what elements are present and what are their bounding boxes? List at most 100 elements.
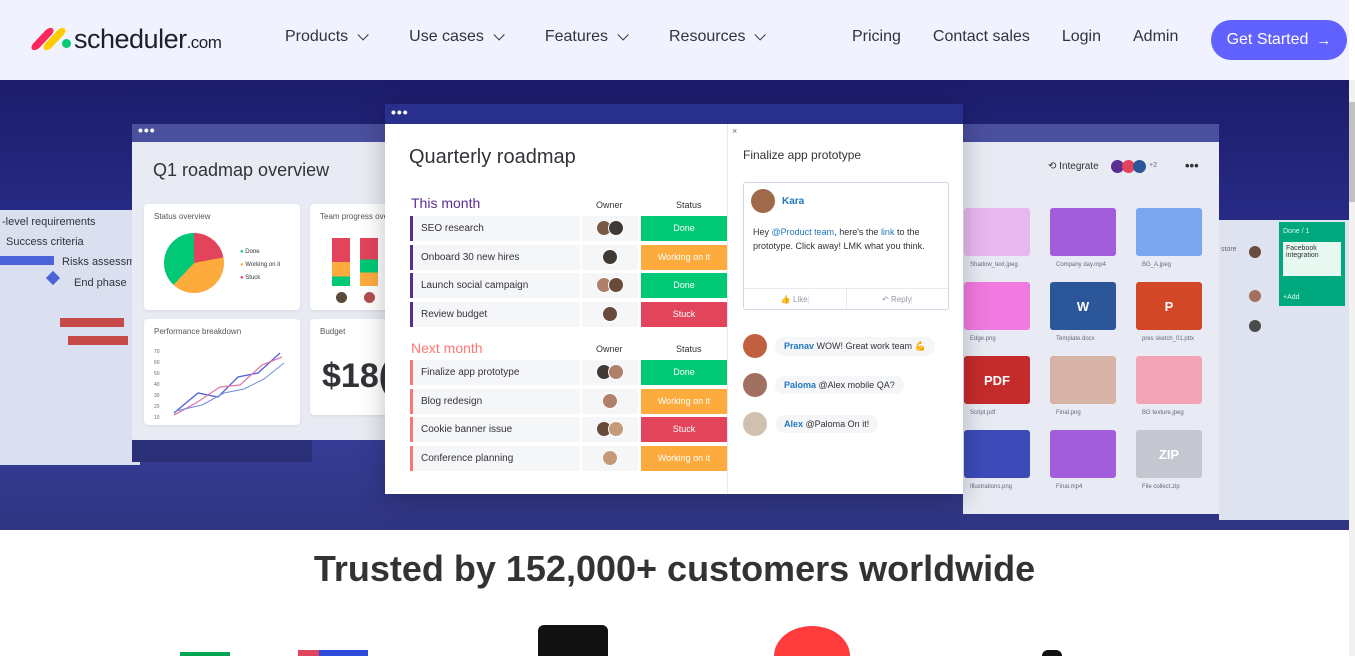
table-row[interactable]: Launch social campaign Done (410, 273, 727, 299)
comment-text: Hey @Product team, here's the link to th… (753, 227, 925, 251)
window-dots-icon: ••• (391, 104, 409, 120)
owner-cell[interactable] (582, 417, 638, 443)
status-badge[interactable]: Stuck (641, 302, 727, 328)
nav-right: Pricing Contact sales Login Admin (852, 28, 1210, 46)
hero-section: -level requirements Success criteria Ris… (0, 80, 1349, 530)
nav-contact-sales[interactable]: Contact sales (933, 28, 1030, 46)
file-tile[interactable] (964, 282, 1030, 330)
nav-use-cases[interactable]: Use cases (409, 28, 505, 46)
ea-logo (774, 626, 850, 656)
owner-cell[interactable] (582, 273, 638, 299)
owner-cell[interactable] (582, 216, 638, 241)
group-next-month[interactable]: Next month (411, 340, 483, 356)
table-row[interactable]: SEO research Done (410, 216, 727, 241)
table-row[interactable]: Cookie banner issue Stuck (410, 417, 727, 443)
page: scheduler.com Products Use cases Feature… (0, 0, 1355, 656)
progress-bar (360, 238, 378, 286)
file-tile[interactable]: W (1050, 282, 1116, 330)
progress-bar (332, 238, 350, 286)
owner-cell[interactable] (582, 244, 638, 270)
kanban-card: Done / 1 Facebook integration +Add (1279, 222, 1345, 306)
file-tile[interactable] (964, 208, 1030, 256)
file-tile[interactable]: ZIP (1136, 430, 1202, 478)
top-navbar: scheduler.com Products Use cases Feature… (0, 0, 1349, 80)
file-tile[interactable] (1136, 208, 1202, 256)
item-name[interactable]: Onboard 30 new hires (410, 244, 580, 270)
item-name[interactable]: Review budget (410, 302, 580, 328)
scrollbar[interactable] (1349, 80, 1355, 656)
file-tile[interactable]: P (1136, 282, 1202, 330)
status-badge[interactable]: Done (641, 360, 727, 385)
avatar (1249, 246, 1261, 258)
avatar (1249, 290, 1261, 302)
file-tile[interactable] (1050, 356, 1116, 404)
group-this-month[interactable]: This month (411, 195, 480, 211)
owner-cell[interactable] (582, 360, 638, 385)
trusted-headline: Trusted by 152,000+ customers worldwide (313, 548, 1036, 589)
files-board: ⟲ Integrate +2 ••• Shadow_text.jpeg Compa… (963, 124, 1219, 514)
chevron-down-icon (493, 29, 505, 41)
file-caption: Illustrations.png (970, 484, 1013, 490)
customer-logo (655, 650, 735, 656)
avatar (743, 412, 767, 436)
owner-cell[interactable] (582, 388, 638, 414)
item-name[interactable]: Launch social campaign (410, 273, 580, 299)
avatar (743, 334, 767, 358)
table-row[interactable]: Blog redesign Working on it (410, 388, 727, 414)
owner-cell[interactable] (582, 302, 638, 328)
reply-text: Paloma @Alex mobile QA? (775, 376, 904, 394)
status-badge[interactable]: Done (641, 216, 727, 241)
status-badge[interactable]: Working on it (641, 388, 727, 414)
avatar (602, 248, 618, 265)
gantt-item: Risks assessm (62, 256, 136, 268)
file-caption: Shadow_text.jpeg (970, 262, 1018, 268)
get-started-button[interactable]: Get Started → (1211, 20, 1347, 60)
like-button[interactable]: 👍 Like (744, 289, 847, 310)
avatar (1249, 320, 1261, 332)
roadmap-title: Quarterly roadmap (409, 146, 576, 168)
file-tile[interactable]: PDF (964, 356, 1030, 404)
board-title: Q1 roadmap overview (153, 160, 330, 180)
table-row[interactable]: Conference planning Working on it (410, 446, 727, 472)
file-tile[interactable] (1050, 208, 1116, 256)
status-badge[interactable]: Done (641, 273, 727, 299)
item-name[interactable]: Cookie banner issue (410, 417, 580, 443)
item-name[interactable]: Finalize app prototype (410, 360, 580, 385)
item-name[interactable]: Blog redesign (410, 388, 580, 414)
avatar (743, 373, 767, 397)
item-name[interactable]: Conference planning (410, 446, 580, 472)
status-badge[interactable]: Working on it (641, 244, 727, 270)
status-badge[interactable]: Working on it (641, 446, 727, 472)
avatar (751, 189, 775, 213)
logo-mark-icon (29, 25, 72, 53)
nav-pricing[interactable]: Pricing (852, 28, 901, 46)
quarterly-roadmap-card: ••• Quarterly roadmap This month Owner S… (385, 104, 963, 494)
item-name[interactable]: SEO research (410, 216, 580, 241)
owner-cell[interactable] (582, 446, 638, 472)
nhl-logo (538, 625, 608, 656)
integrate-button[interactable]: ⟲ Integrate (1048, 161, 1099, 172)
status-badge[interactable]: Stuck (641, 417, 727, 443)
comment-link[interactable]: link (881, 227, 895, 237)
avatar (608, 421, 624, 438)
status-header: Status (676, 200, 702, 210)
file-tile[interactable] (1050, 430, 1116, 478)
nav-login[interactable]: Login (1062, 28, 1101, 46)
brand-logo[interactable]: scheduler.com (29, 21, 222, 57)
file-caption: Template.docx (1056, 336, 1095, 342)
more-icon[interactable]: ••• (1185, 158, 1199, 173)
nav-features[interactable]: Features (545, 28, 629, 46)
table-row[interactable]: Finalize app prototype Done (410, 360, 727, 385)
table-row[interactable]: Onboard 30 new hires Working on it (410, 244, 727, 270)
table-row[interactable]: Review budget Stuck (410, 302, 727, 328)
chevron-down-icon (357, 29, 369, 41)
file-tile[interactable] (1136, 356, 1202, 404)
reply-button[interactable]: ↶ Reply (847, 289, 949, 310)
nav-admin[interactable]: Admin (1133, 28, 1178, 46)
close-icon[interactable]: × (732, 126, 737, 136)
customer-logos (0, 620, 1349, 656)
comment-card: Kara Hey @Product team, here's the link … (743, 182, 949, 310)
nav-resources[interactable]: Resources (669, 28, 767, 46)
nav-products[interactable]: Products (285, 28, 369, 46)
file-tile[interactable] (964, 430, 1030, 478)
